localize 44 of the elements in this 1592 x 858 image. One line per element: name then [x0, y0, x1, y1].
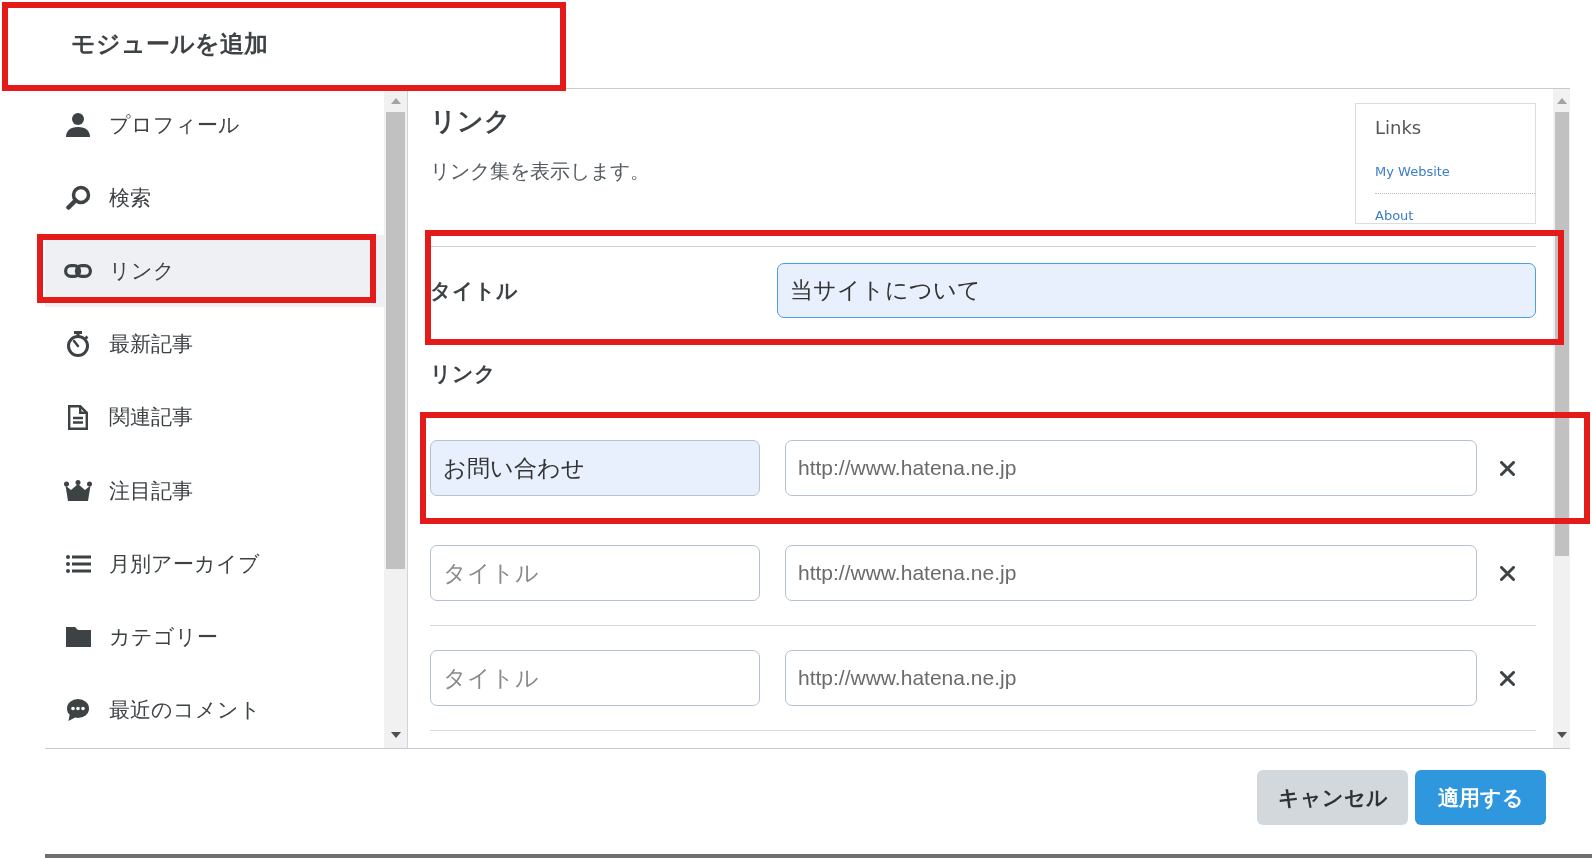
sidebar-item-label: 注目記事: [109, 477, 193, 504]
url-input[interactable]: http://www.hatena.ne.jp: [785, 650, 1477, 706]
sidebar-item-label: 検索: [109, 184, 151, 211]
title-input[interactable]: 当サイトについて: [777, 263, 1536, 318]
module-heading: リンク: [430, 105, 512, 138]
preview-entry-text: About: [1375, 208, 1414, 223]
sidebar-item-label: リンク: [109, 258, 175, 285]
scroll-down-icon[interactable]: [390, 732, 401, 738]
url-input[interactable]: http://www.hatena.ne.jp: [785, 440, 1477, 496]
title-input[interactable]: お問い合わせ: [430, 440, 760, 496]
title-input[interactable]: タイトル: [430, 650, 760, 706]
sidebar-item-label: カテゴリー: [109, 624, 218, 651]
preview-entry-text: My Website: [1375, 164, 1450, 179]
folder-icon: [65, 627, 91, 648]
dialog-title: モジュールを追加: [71, 29, 268, 59]
scroll-down-icon[interactable]: [1556, 732, 1567, 738]
list-icon: [65, 554, 91, 573]
stopwatch-icon: [66, 331, 90, 358]
scroll-up-icon[interactable]: [390, 98, 401, 104]
scrollbar-thumb[interactable]: [386, 112, 405, 569]
speech-bubble-icon: [67, 699, 89, 722]
sidebar-item-label: 最新記事: [109, 331, 193, 358]
preview-title: Links: [1375, 116, 1423, 140]
scrollbar[interactable]: [384, 89, 408, 748]
sidebar-item-label: 関連記事: [109, 404, 193, 431]
close-icon: [1499, 670, 1515, 686]
document-icon: [68, 405, 88, 430]
title-input[interactable]: タイトル: [430, 545, 760, 601]
section-label: リンク: [430, 361, 497, 387]
link-icon: [64, 264, 92, 279]
module-description: リンク集を表示します。: [430, 159, 650, 184]
close-icon: [1499, 460, 1515, 476]
cancel-button[interactable]: キャンセル: [1257, 770, 1408, 825]
sidebar-item-label: 月別アーカイブ: [109, 550, 260, 577]
sidebar-item-label: 最近のコメント: [109, 697, 261, 724]
close-icon: [1499, 565, 1515, 581]
sidebar-item-label: プロフィール: [109, 111, 240, 138]
person-icon: [66, 112, 90, 138]
search-icon: [65, 185, 91, 211]
scroll-up-icon[interactable]: [1556, 98, 1567, 104]
field-label: タイトル: [430, 277, 519, 304]
url-input[interactable]: http://www.hatena.ne.jp: [785, 545, 1477, 601]
crown-icon: [64, 480, 92, 502]
scrollbar[interactable]: [1553, 89, 1570, 748]
